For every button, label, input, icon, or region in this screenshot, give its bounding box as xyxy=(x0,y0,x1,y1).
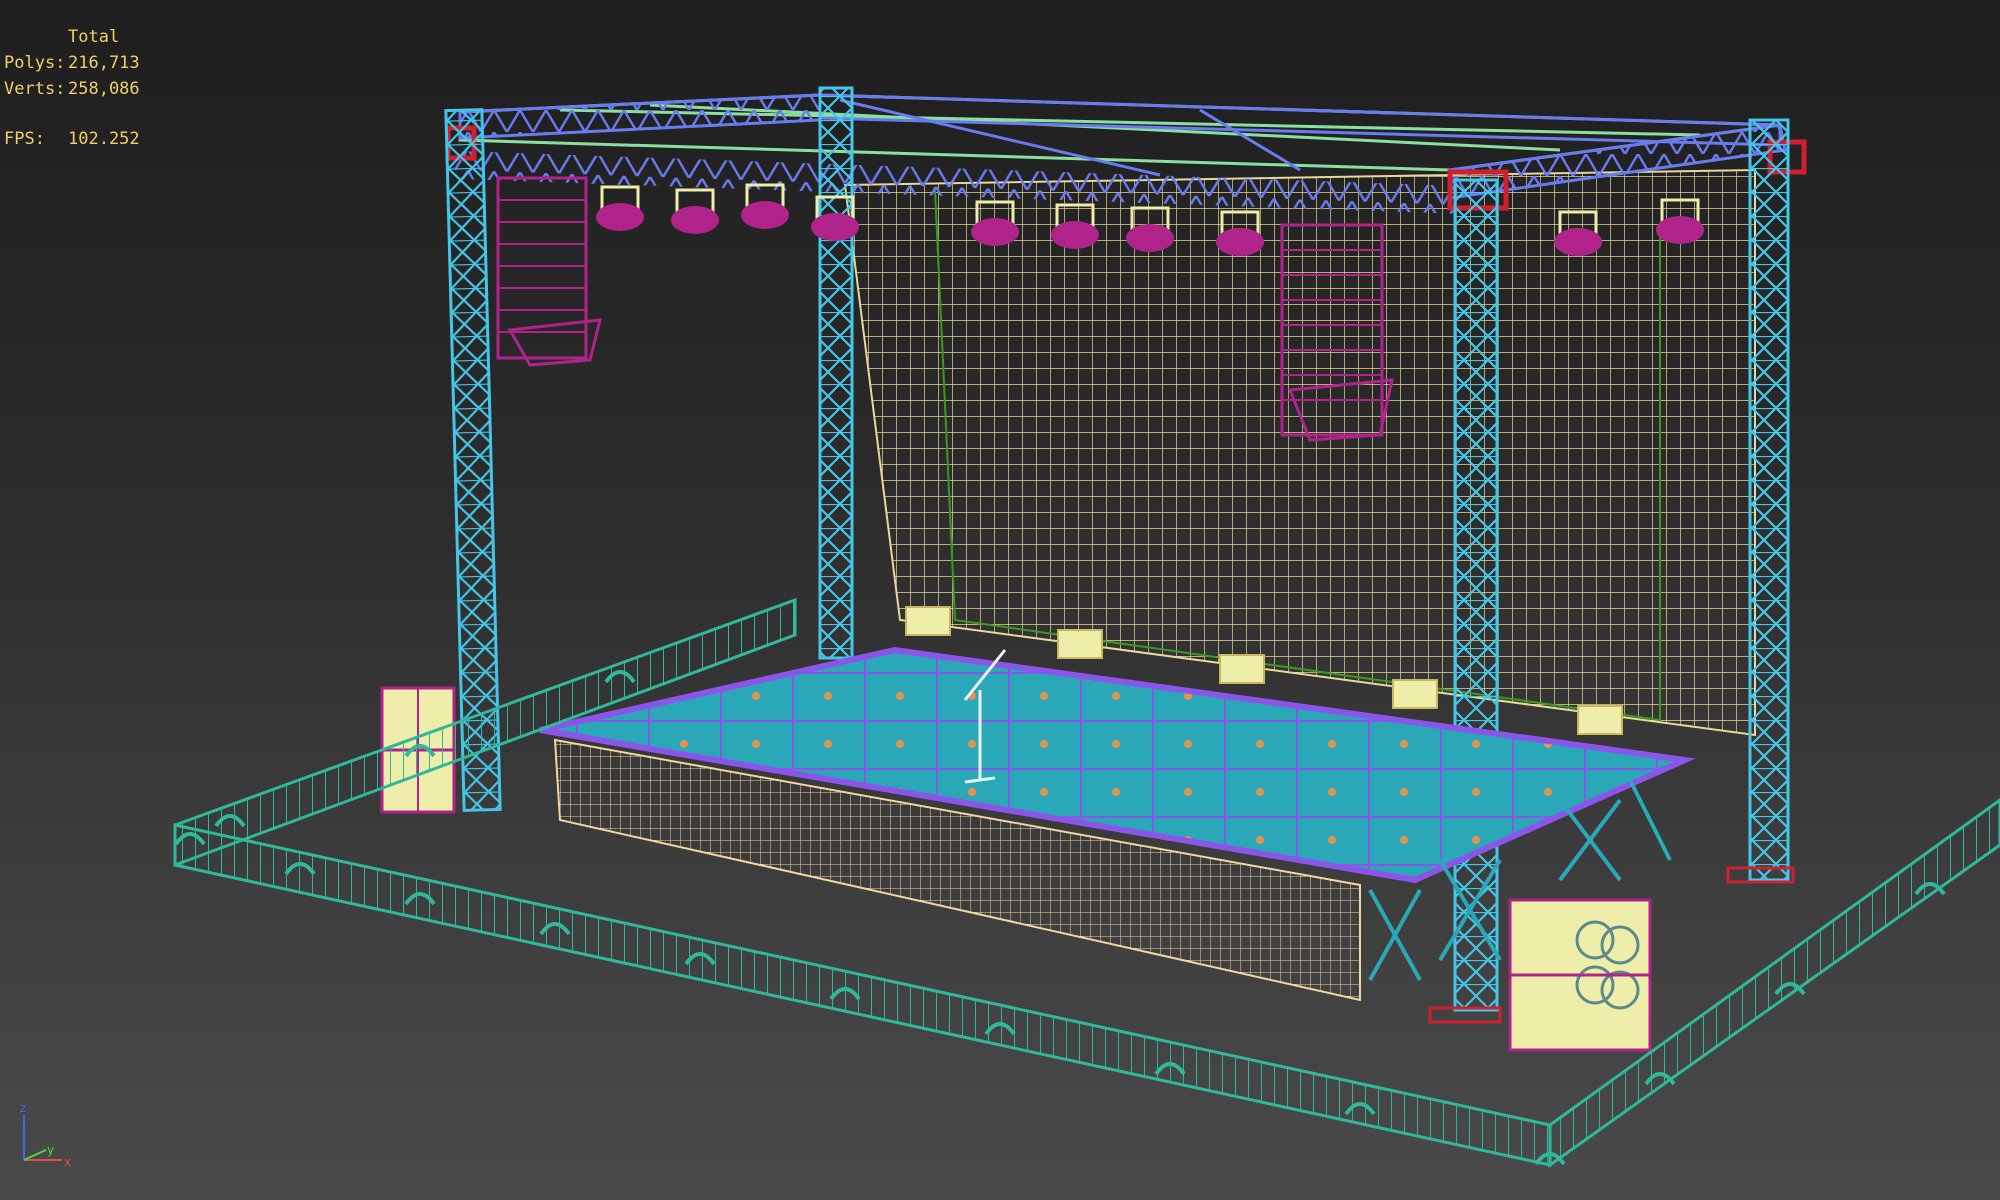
verts-value: 258,086 xyxy=(68,79,140,99)
wash-light-icon xyxy=(905,606,951,636)
line-array-left xyxy=(496,176,602,367)
wash-light-icon xyxy=(1219,654,1265,684)
axis-x-label: x xyxy=(64,1155,71,1169)
axis-z-label: z xyxy=(20,1101,26,1115)
moving-head-light-icon xyxy=(596,185,644,231)
wash-light-icon xyxy=(1057,629,1103,659)
axis-y-label: y xyxy=(47,1143,54,1157)
viewport-statistics: Total Polys: 216,713 Verts: 258,086 FPS:… xyxy=(4,24,140,152)
3d-viewport[interactable] xyxy=(0,0,2000,1200)
polys-label: Polys: xyxy=(4,53,66,73)
wash-light-icon xyxy=(1577,705,1623,735)
moving-head-light-icon xyxy=(741,183,789,229)
verts-label: Verts: xyxy=(4,79,66,99)
axis-gizmo: z x y xyxy=(20,1101,71,1169)
fps-label: FPS: xyxy=(4,129,45,149)
backdrop-net xyxy=(843,168,1756,737)
fps-value: 102.252 xyxy=(68,129,140,149)
wash-light-icon xyxy=(1392,679,1438,709)
stats-header: Total xyxy=(68,27,120,47)
ground-stack-right xyxy=(1508,898,1652,1052)
moving-head-light-icon xyxy=(671,188,719,234)
polys-value: 216,713 xyxy=(68,53,140,73)
